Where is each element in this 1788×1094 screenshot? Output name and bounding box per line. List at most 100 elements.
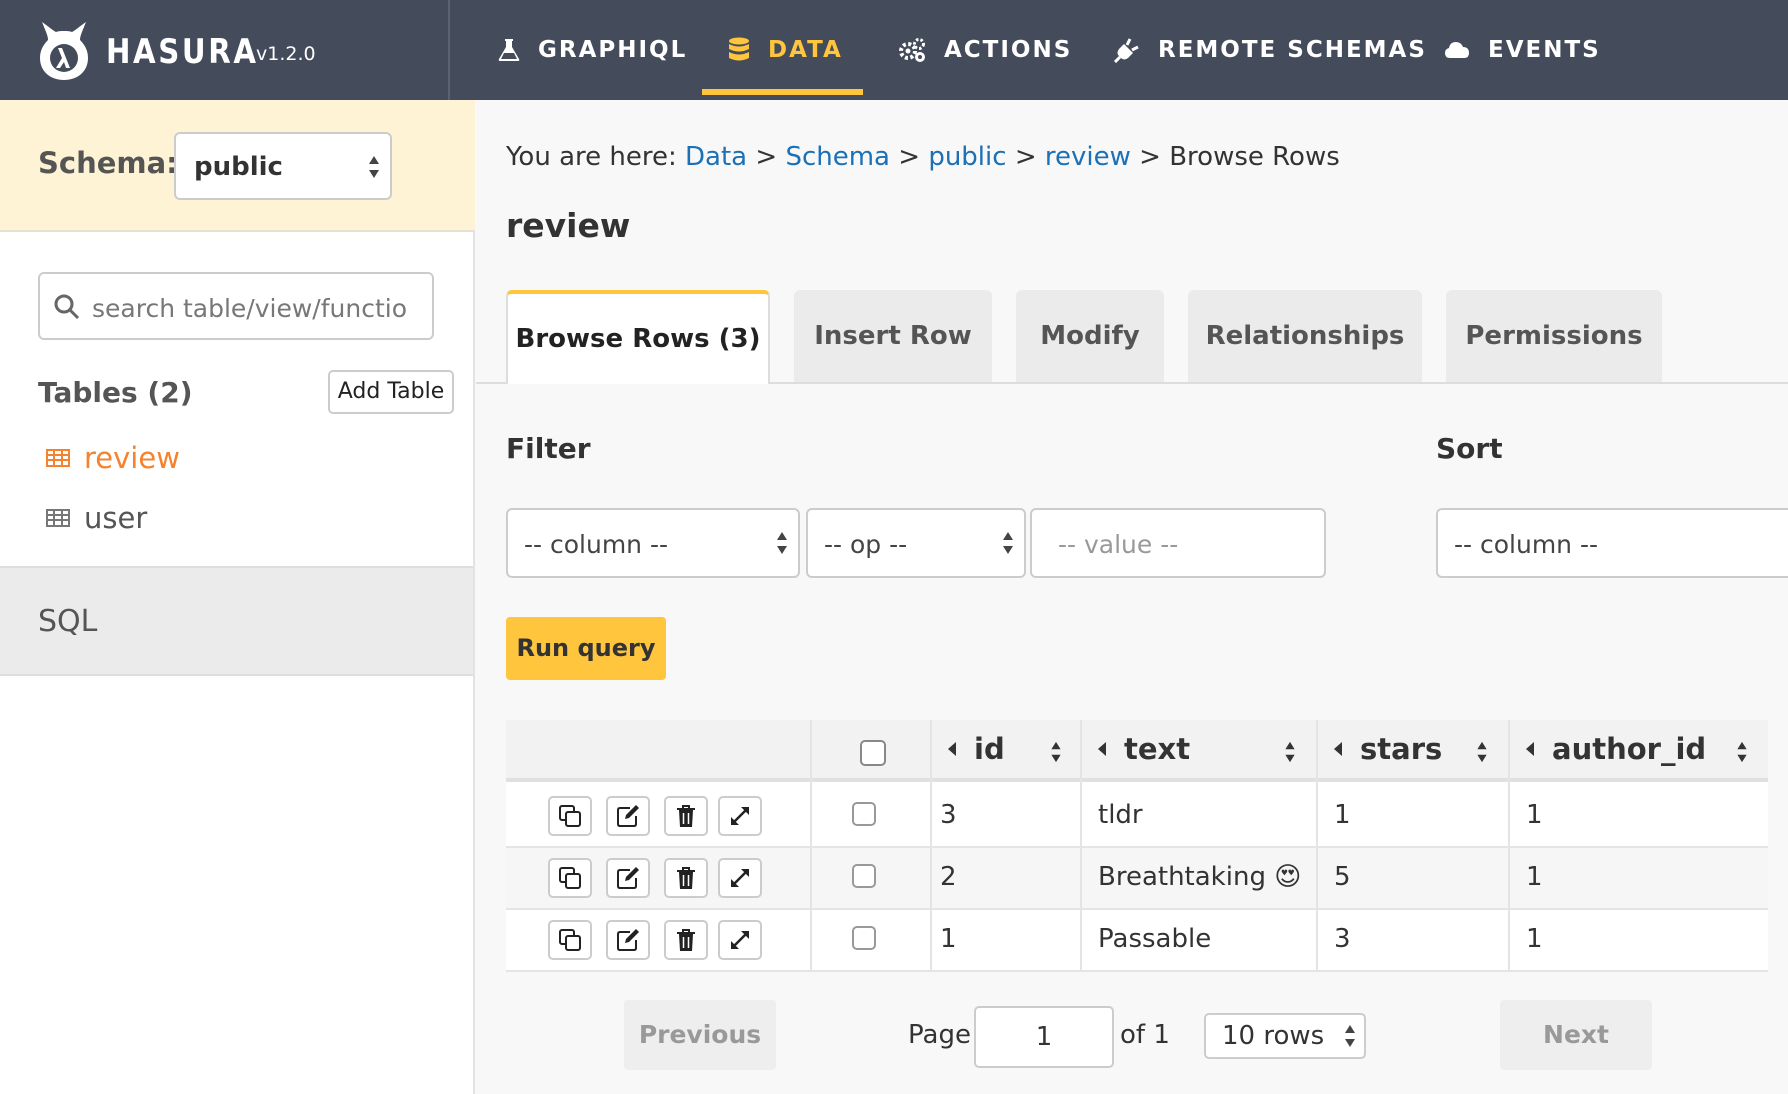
- cell-text[interactable]: Passable: [1098, 924, 1211, 954]
- tab-browse-rows[interactable]: Browse Rows (3): [506, 290, 770, 384]
- next-page-button[interactable]: Next: [1500, 1000, 1652, 1070]
- sidebar: Schema: public search table/view/functio…: [0, 100, 475, 1094]
- cell-stars[interactable]: 1: [1334, 800, 1351, 830]
- edit-row-button[interactable]: [606, 858, 650, 898]
- breadcrumb: You are here: Data > Schema > public > r…: [506, 142, 1340, 172]
- column-header-text[interactable]: text: [1098, 732, 1190, 766]
- table-icon: [46, 449, 70, 467]
- breadcrumb-review[interactable]: review: [1045, 142, 1131, 172]
- select-arrows-icon: [369, 156, 379, 178]
- table-search-input[interactable]: search table/view/functio: [38, 272, 434, 340]
- column-header-label: id: [974, 732, 1005, 766]
- filter-op-select[interactable]: -- op --: [806, 508, 1026, 578]
- edit-row-button[interactable]: [606, 796, 650, 836]
- plug-icon: [1114, 38, 1139, 63]
- expand-row-button[interactable]: [718, 796, 762, 836]
- expand-icon: [731, 807, 749, 825]
- filter-value-input[interactable]: -- value --: [1030, 508, 1326, 578]
- column-header-id[interactable]: id: [948, 732, 1005, 766]
- cell-author-id[interactable]: 1: [1526, 862, 1543, 892]
- cell-text[interactable]: Breathtaking 😍: [1098, 862, 1301, 892]
- cell-id[interactable]: 3: [940, 800, 957, 830]
- tab-permissions[interactable]: Permissions: [1446, 290, 1662, 382]
- cell-author-id[interactable]: 1: [1526, 800, 1543, 830]
- row-checkbox[interactable]: [852, 864, 876, 888]
- breadcrumb-public[interactable]: public: [928, 142, 1006, 172]
- select-all-checkbox[interactable]: [860, 740, 886, 766]
- cell-text[interactable]: tldr: [1098, 800, 1143, 830]
- caret-left-icon: [1334, 742, 1342, 756]
- tab-relationships[interactable]: Relationships: [1188, 290, 1422, 382]
- sidebar-item-label: review: [84, 441, 180, 475]
- nav-events-label: EVENTS: [1488, 37, 1601, 63]
- cell-stars[interactable]: 3: [1334, 924, 1351, 954]
- sort-arrows-icon[interactable]: [1736, 740, 1748, 764]
- column-header-author-id[interactable]: author_id: [1526, 732, 1706, 766]
- add-table-button[interactable]: Add Table: [328, 370, 454, 414]
- row-checkbox[interactable]: [852, 802, 876, 826]
- delete-row-button[interactable]: [664, 858, 708, 898]
- run-query-button[interactable]: Run query: [506, 617, 666, 680]
- row-checkbox[interactable]: [852, 926, 876, 950]
- brand: HASURA v1.2.0: [0, 0, 450, 100]
- cell-stars[interactable]: 5: [1334, 862, 1351, 892]
- nav-graphiql[interactable]: GRAPHIQL: [498, 0, 687, 100]
- breadcrumb-schema[interactable]: Schema: [785, 142, 890, 172]
- schema-select[interactable]: public: [174, 132, 392, 200]
- sidebar-item-review[interactable]: review: [46, 438, 180, 478]
- breadcrumb-data[interactable]: Data: [685, 142, 747, 172]
- cell-id[interactable]: 1: [940, 924, 957, 954]
- rows-per-page-value: 10 rows: [1222, 1021, 1325, 1051]
- cogs-icon: [899, 38, 925, 62]
- clone-icon: [559, 867, 581, 889]
- sort-column-select[interactable]: -- column --: [1436, 508, 1788, 578]
- expand-row-button[interactable]: [718, 920, 762, 960]
- sort-arrows-icon[interactable]: [1476, 740, 1488, 764]
- nav-data[interactable]: DATA: [702, 0, 863, 100]
- breadcrumb-separator: >: [1014, 142, 1037, 172]
- edit-icon: [617, 867, 639, 889]
- nav-data-label: DATA: [768, 37, 843, 63]
- previous-page-button[interactable]: Previous: [624, 1000, 776, 1070]
- delete-row-button[interactable]: [664, 796, 708, 836]
- delete-row-button[interactable]: [664, 920, 708, 960]
- nav-remote-schemas[interactable]: REMOTE SCHEMAS: [1114, 0, 1427, 100]
- sql-label: SQL: [38, 604, 98, 639]
- rows-per-page-select[interactable]: 10 rows: [1204, 1013, 1366, 1059]
- sidebar-item-user[interactable]: user: [46, 498, 147, 538]
- edit-row-button[interactable]: [606, 920, 650, 960]
- delete-icon: [677, 929, 695, 951]
- clone-icon: [559, 929, 581, 951]
- page-number-input[interactable]: 1: [974, 1006, 1114, 1068]
- sort-column-value: -- column --: [1454, 530, 1599, 559]
- expand-row-button[interactable]: [718, 858, 762, 898]
- cell-id[interactable]: 2: [940, 862, 957, 892]
- nav-graphiql-label: GRAPHIQL: [538, 37, 688, 63]
- column-header-label: stars: [1360, 732, 1443, 766]
- clone-row-button[interactable]: [548, 920, 592, 960]
- filter-column-select[interactable]: -- column --: [506, 508, 800, 578]
- column-header-stars[interactable]: stars: [1334, 732, 1442, 766]
- filter-title: Filter: [506, 432, 591, 465]
- clone-row-button[interactable]: [548, 796, 592, 836]
- select-arrows-icon: [1345, 1025, 1355, 1047]
- sort-arrows-icon[interactable]: [1050, 740, 1062, 764]
- page-title: review: [506, 206, 631, 245]
- row-divider: [506, 970, 1768, 972]
- sort-title: Sort: [1436, 432, 1503, 465]
- tab-modify[interactable]: Modify: [1016, 290, 1164, 382]
- cell-author-id[interactable]: 1: [1526, 924, 1543, 954]
- hasura-logo-icon[interactable]: [36, 18, 92, 82]
- sort-arrows-icon[interactable]: [1284, 740, 1296, 764]
- search-placeholder: search table/view/functio: [92, 294, 408, 323]
- rows-table: id text stars author_id 3 tldr 1 1 2 Bre…: [506, 720, 1768, 972]
- sidebar-item-sql[interactable]: SQL: [0, 566, 473, 676]
- tab-insert-row[interactable]: Insert Row: [794, 290, 992, 382]
- clone-row-button[interactable]: [548, 858, 592, 898]
- nav-remote-schemas-label: REMOTE SCHEMAS: [1158, 37, 1427, 63]
- col-divider: [1508, 720, 1510, 972]
- flask-icon: [498, 39, 520, 61]
- nav-actions[interactable]: ACTIONS: [898, 0, 1072, 100]
- nav-events[interactable]: EVENTS: [1444, 0, 1601, 100]
- schema-label: Schema:: [38, 146, 178, 180]
